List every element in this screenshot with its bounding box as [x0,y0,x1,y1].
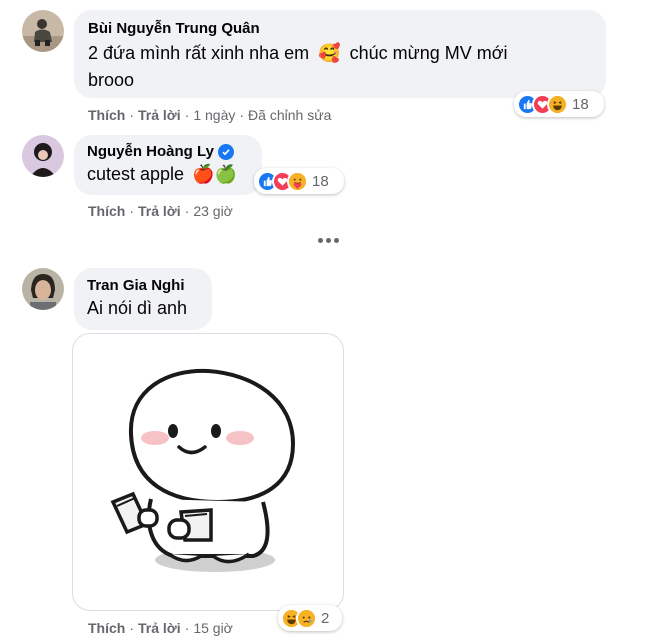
separator: · [129,203,135,219]
comment-author[interactable]: Nguyễn Hoàng Ly [87,143,249,160]
avatar[interactable] [22,10,64,52]
edited-label: Đã chỉnh sửa [248,107,332,123]
comment-text-part: Ai nói dì anh [87,298,188,318]
comment-text: cutest apple 🍎🍏 [87,161,249,188]
reaction-count: 18 [572,95,589,113]
reply-button[interactable]: Trả lời [138,620,181,636]
comment-actions: Thích · Trả lời · 23 giờ [88,203,233,219]
sad-icon [296,607,317,629]
reply-button[interactable]: Trả lời [138,107,181,123]
separator: · [184,620,190,636]
dot [334,238,339,243]
separator: · [239,107,245,123]
comment-author[interactable]: Bùi Nguyễn Trung Quân [88,20,592,37]
comment-author[interactable]: Tran Gia Nghi [87,277,199,294]
like-button[interactable]: Thích [88,620,125,636]
like-button[interactable]: Thích [88,203,125,219]
dot [318,238,323,243]
reaction-summary[interactable]: 18 [514,91,604,117]
author-name[interactable]: Nguyễn Hoàng Ly [87,143,214,160]
comment-text: Ai nói dì anh [87,295,199,322]
separator: · [184,107,190,123]
reaction-count: 2 [321,609,330,627]
dot [326,238,331,243]
comment-text-part: brooo [88,70,135,90]
smiling-face-hearts-emoji: 🥰 [318,43,341,63]
reaction-summary[interactable]: 2 [278,605,342,631]
timestamp[interactable]: 23 giờ [193,203,233,219]
like-button[interactable]: Thích [88,107,125,123]
separator: · [129,620,135,636]
white-blob-sticker-image [110,368,296,572]
sticker-attachment[interactable] [72,333,344,611]
comment-bubble-3: Tran Gia Nghi Ai nói dì anh [74,268,212,330]
comment-text-part: chúc mừng MV mới [349,43,508,63]
separator: · [184,203,190,219]
avatar[interactable] [22,135,64,177]
haha-icon [547,93,568,115]
author-name[interactable]: Tran Gia Nghi [87,277,185,294]
care-icon [287,170,308,192]
comment-text-part: cutest apple [87,164,185,184]
timestamp[interactable]: 15 giờ [193,620,233,636]
author-name[interactable]: Bùi Nguyễn Trung Quân [88,20,260,37]
separator: · [129,107,135,123]
reaction-count: 18 [312,172,329,190]
avatar[interactable] [22,268,64,310]
comment-text: 2 đứa mình rất xinh nha em 🥰 chúc mừng M… [88,40,592,94]
apple-emoji: 🍎🍏 [192,164,237,184]
comment-bubble-2: Nguyễn Hoàng Ly cutest apple 🍎🍏 [74,135,262,195]
reply-button[interactable]: Trả lời [138,203,181,219]
timestamp[interactable]: 1 ngày [193,107,235,123]
verified-badge-icon [217,143,234,160]
comment-actions: Thích · Trả lời · 1 ngày · Đã chỉnh sửa [88,107,331,123]
reaction-summary[interactable]: 18 [254,168,344,194]
comment-text-part: 2 đứa mình rất xinh nha em [88,43,310,63]
comment-actions: Thích · Trả lời · 15 giờ [88,620,233,636]
comment-bubble-1: Bùi Nguyễn Trung Quân 2 đứa mình rất xin… [74,10,606,98]
more-options-icon[interactable] [318,238,339,243]
